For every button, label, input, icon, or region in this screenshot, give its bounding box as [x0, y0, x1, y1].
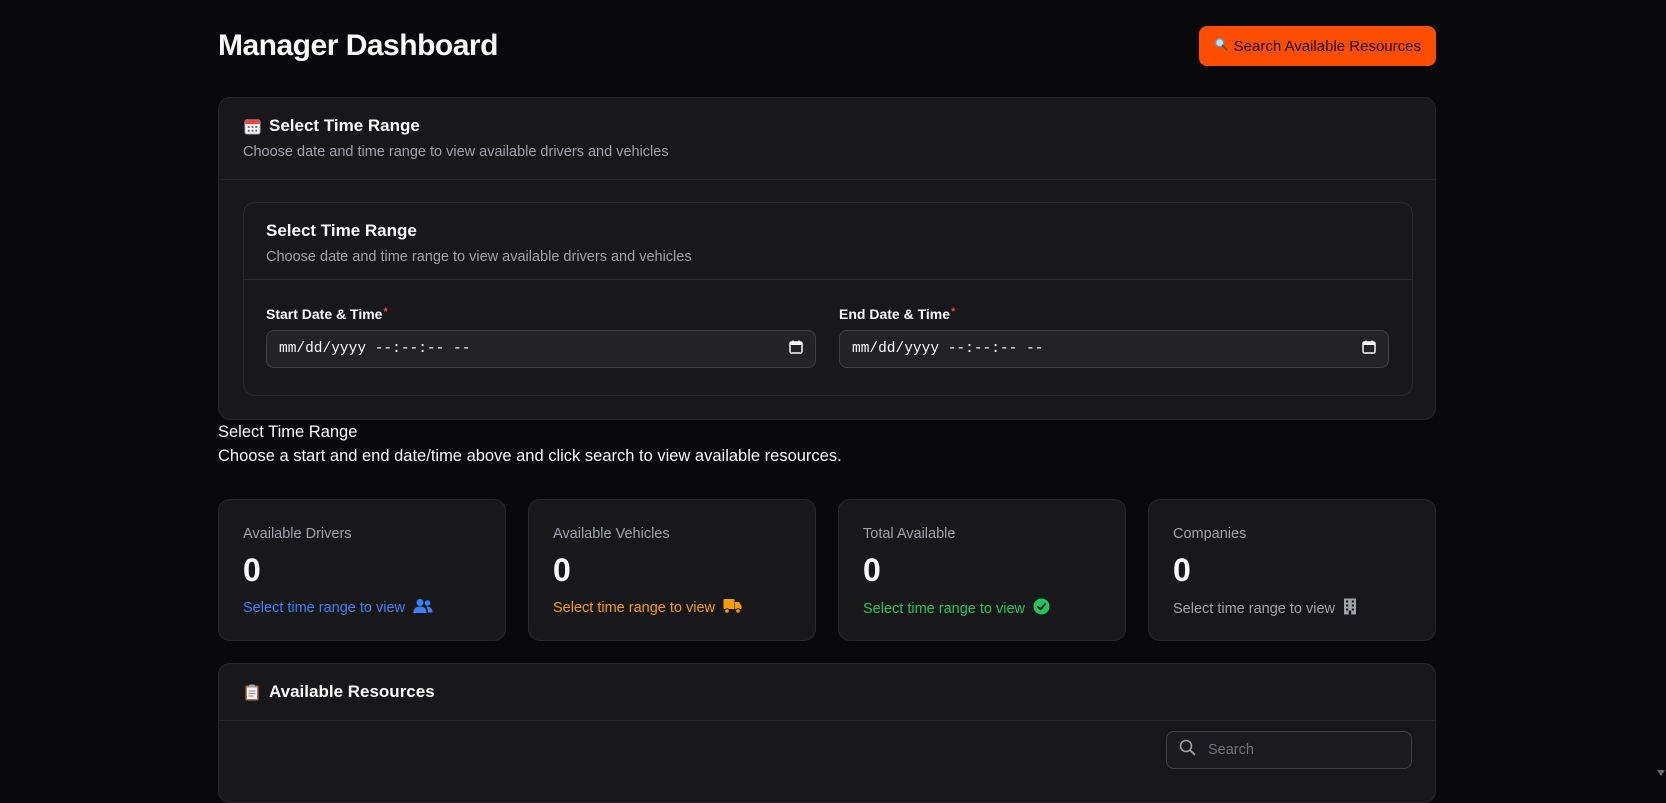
available-resources-header: Available Resources: [219, 664, 1435, 721]
stat-hint: Select time range to view: [243, 598, 433, 618]
stat-hint: Select time range to view: [553, 598, 742, 618]
stat-label: Companies: [1173, 526, 1247, 542]
start-datetime-field: Start Date & Time* mm/dd/yyyy --:--:-- -…: [266, 306, 816, 368]
end-datetime-label-text: End Date & Time: [839, 306, 950, 322]
stat-label: Available Vehicles: [553, 526, 670, 542]
end-datetime-value: mm/dd/yyyy --:--:-- --: [852, 341, 1044, 357]
stat-value: 0: [1173, 552, 1191, 588]
start-datetime-input[interactable]: mm/dd/yyyy --:--:-- --: [266, 330, 816, 368]
time-range-inner-title: Select Time Range: [266, 221, 417, 240]
building-icon: [1343, 598, 1357, 619]
time-range-inner-header: Select Time Range Choose date and time r…: [244, 203, 1412, 280]
page-title: Manager Dashboard: [218, 29, 498, 62]
available-resources-title-text: Available Resources: [269, 682, 435, 701]
empty-state-title: Select Time Range: [218, 423, 358, 441]
stat-label: Available Drivers: [243, 526, 352, 542]
time-range-inner-card: Select Time Range Choose date and time r…: [243, 202, 1413, 396]
search-button-label: Search Available Resources: [1233, 37, 1421, 55]
stat-hint-text: Select time range to view: [243, 600, 405, 616]
end-datetime-label: End Date & Time*: [839, 306, 1389, 322]
magnifier-icon: [1214, 37, 1228, 55]
available-resources-card: Available Resources: [218, 663, 1436, 803]
start-datetime-value: mm/dd/yyyy --:--:-- --: [279, 341, 471, 357]
time-range-card-header: Select Time Range Choose date and time r…: [219, 98, 1435, 180]
stat-value: 0: [243, 552, 261, 588]
required-mark: *: [951, 306, 956, 318]
end-datetime-field: End Date & Time* mm/dd/yyyy --:--:-- --: [839, 306, 1389, 368]
stat-card-available-drivers: Available Drivers 0 Select time range to…: [218, 499, 506, 641]
check-circle-icon: [1033, 598, 1050, 619]
calendar-picker-icon[interactable]: [1362, 340, 1376, 359]
search-icon: [1179, 739, 1196, 761]
stat-label: Total Available: [863, 526, 956, 542]
users-icon: [413, 598, 433, 618]
stat-value: 0: [553, 552, 571, 588]
available-resources-title: Available Resources: [243, 682, 1411, 702]
end-datetime-input[interactable]: mm/dd/yyyy --:--:-- --: [839, 330, 1389, 368]
clipboard-icon: [243, 683, 261, 701]
start-datetime-label-text: Start Date & Time: [266, 306, 383, 322]
time-range-card-description: Choose date and time range to view avail…: [243, 144, 669, 160]
stat-hint-text: Select time range to view: [863, 600, 1025, 617]
time-range-card: Select Time Range Choose date and time r…: [218, 97, 1436, 420]
page-scrollbar[interactable]: [1657, 0, 1666, 780]
stat-hint-text: Select time range to view: [1173, 600, 1335, 617]
stat-card-companies: Companies 0 Select time range to view: [1148, 499, 1436, 641]
page-header: Manager Dashboard Search Available Resou…: [218, 26, 1436, 68]
stat-hint: Select time range to view: [1173, 598, 1357, 619]
empty-state-description: Choose a start and end date/time above a…: [218, 447, 842, 465]
truck-icon: [723, 598, 742, 618]
resources-search-box[interactable]: [1166, 731, 1412, 769]
stat-card-available-vehicles: Available Vehicles 0 Select time range t…: [528, 499, 816, 641]
time-range-card-title: Select Time Range: [243, 116, 1411, 136]
stat-hint-text: Select time range to view: [553, 600, 715, 616]
calendar-picker-icon[interactable]: [789, 340, 803, 359]
stat-value: 0: [863, 552, 881, 588]
scroll-down-arrow-icon[interactable]: [1657, 770, 1665, 776]
stat-hint: Select time range to view: [863, 598, 1050, 619]
time-range-title-text: Select Time Range: [269, 116, 420, 135]
time-range-inner-description: Choose date and time range to view avail…: [266, 249, 692, 265]
stat-card-total-available: Total Available 0 Select time range to v…: [838, 499, 1126, 641]
start-datetime-label: Start Date & Time*: [266, 306, 816, 322]
calendar-icon: [243, 117, 261, 135]
resources-search-input[interactable]: [1206, 741, 1400, 759]
required-mark: *: [383, 306, 388, 318]
search-available-resources-button[interactable]: Search Available Resources: [1198, 26, 1436, 66]
